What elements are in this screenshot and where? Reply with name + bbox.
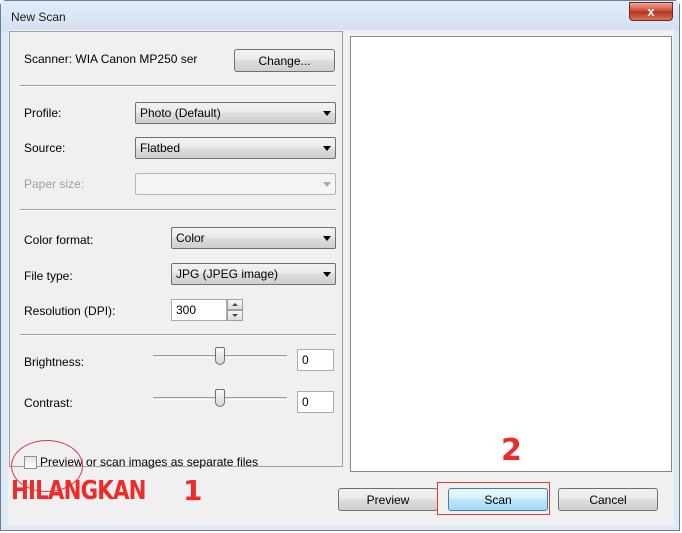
brightness-slider-thumb[interactable] [215,347,225,365]
close-icon: x [647,4,655,19]
change-button-label: Change... [258,53,311,68]
file-type-label: File type: [24,269,73,283]
brightness-value: 0 [302,353,309,367]
preview-button[interactable]: Preview [338,488,438,511]
chevron-down-icon [323,182,331,187]
cancel-button-label: Cancel [589,492,627,507]
color-format-label: Color format: [24,233,94,247]
contrast-label: Contrast: [24,396,73,410]
paper-size-label: Paper size: [24,177,85,191]
file-type-dropdown[interactable]: JPG (JPEG image) [171,263,336,285]
annotation-step-two: 2 [501,433,522,468]
scan-preview-area [350,36,672,472]
separator [20,85,336,87]
separator [20,334,336,336]
resolution-label: Resolution (DPI): [24,304,116,318]
contrast-value: 0 [302,395,309,409]
settings-panel: Scanner: WIA Canon MP250 ser Change... P… [9,31,343,469]
title-bar: New Scan x [1,1,679,31]
annotation-remove-text: HILANGKAN [11,476,147,506]
resolution-value: 300 [176,303,197,317]
chevron-down-icon [323,111,331,116]
annotation-step-one: 1 [183,474,203,507]
spin-down-icon[interactable] [227,310,243,321]
dialog-body: Scanner: WIA Canon MP250 ser Change... P… [8,30,674,525]
chevron-down-icon [323,146,331,151]
chevron-down-icon [323,236,331,241]
new-scan-dialog: New Scan x Scanner: WIA Canon MP250 ser … [0,0,680,531]
profile-label: Profile: [24,106,62,120]
source-dropdown[interactable]: Flatbed [135,137,336,159]
preview-button-label: Preview [366,492,410,507]
source-label: Source: [24,141,66,155]
spin-up-icon[interactable] [227,299,243,310]
color-format-value: Color [176,231,205,245]
profile-dropdown[interactable]: Photo (Default) [135,102,336,124]
paper-size-dropdown [135,173,336,195]
change-scanner-button[interactable]: Change... [234,49,335,72]
separator [20,209,336,211]
color-format-dropdown[interactable]: Color [171,227,336,249]
contrast-input[interactable]: 0 [297,391,334,413]
cancel-button[interactable]: Cancel [558,488,658,511]
scanner-label: Scanner: WIA Canon MP250 ser [24,52,198,66]
brightness-input[interactable]: 0 [297,349,334,371]
resolution-input[interactable]: 300 [171,299,227,321]
window-title: New Scan [11,10,66,24]
chevron-down-icon [323,272,331,277]
close-button[interactable]: x [629,2,673,21]
contrast-slider-thumb[interactable] [215,389,225,407]
source-value: Flatbed [140,141,181,155]
resolution-spinner[interactable] [227,299,243,321]
profile-value: Photo (Default) [140,106,221,120]
annotation-scan-highlight [437,482,550,515]
file-type-value: JPG (JPEG image) [176,267,279,281]
brightness-label: Brightness: [24,355,85,369]
